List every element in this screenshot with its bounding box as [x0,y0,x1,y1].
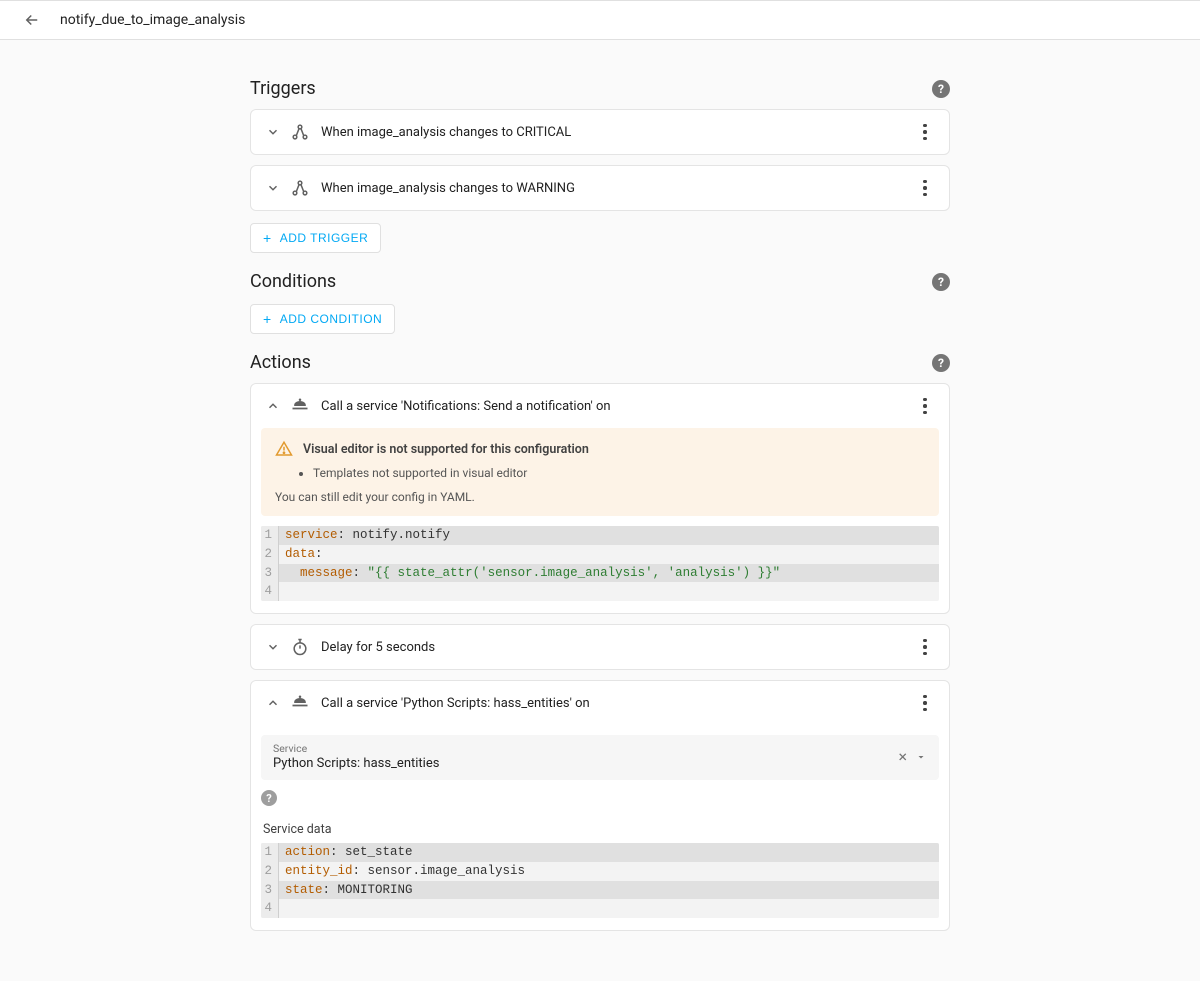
service-select-value: Python Scripts: hass_entities [273,756,898,771]
action-row[interactable]: Call a service 'Notifications: Send a no… [251,384,949,428]
state-icon [289,121,311,143]
conditions-title: Conditions [250,271,336,292]
triggers-title: Triggers [250,78,316,99]
help-icon[interactable]: ? [261,790,277,806]
action-label: Delay for 5 seconds [321,640,913,655]
actions-title: Actions [250,352,311,373]
service-data-label: Service data [263,822,939,837]
state-icon [289,177,311,199]
trigger-row[interactable]: When image_analysis changes to WARNING [251,166,949,210]
add-trigger-button[interactable]: + ADD TRIGGER [250,223,381,253]
trigger-label: When image_analysis changes to CRITICAL [321,125,913,140]
plus-icon: + [263,312,272,326]
triggers-header: Triggers ? [250,78,950,99]
service-bell-icon [289,692,311,714]
chevron-down-icon[interactable] [263,178,283,198]
add-condition-label: ADD CONDITION [280,312,383,326]
action-card: Call a service 'Python Scripts: hass_ent… [250,680,950,931]
chevron-down-icon[interactable] [263,637,283,657]
chevron-up-icon[interactable] [263,396,283,416]
action-card: Delay for 5 seconds [250,624,950,670]
action-card: Call a service 'Notifications: Send a no… [250,383,950,614]
warning-bullet: Templates not supported in visual editor [313,466,925,480]
warning-title: Visual editor is not supported for this … [303,442,589,457]
back-button[interactable] [20,8,44,32]
dropdown-icon[interactable] [915,751,927,763]
add-condition-button[interactable]: + ADD CONDITION [250,304,395,334]
add-trigger-label: ADD TRIGGER [280,231,369,245]
actions-header: Actions ? [250,352,950,373]
trigger-menu-button[interactable] [913,120,937,144]
service-select[interactable]: Service Python Scripts: hass_entities × [261,735,939,780]
action-menu-button[interactable] [913,394,937,418]
clear-icon[interactable]: × [898,747,907,766]
action-menu-button[interactable] [913,635,937,659]
warning-title-row: Visual editor is not supported for this … [275,440,925,458]
trigger-menu-button[interactable] [913,176,937,200]
topbar: notify_due_to_image_analysis [0,0,1200,40]
trigger-card: When image_analysis changes to CRITICAL [250,109,950,155]
service-select-label: Service [273,742,898,755]
stopwatch-icon [289,636,311,658]
service-bell-icon [289,395,311,417]
main-content: Triggers ? When image_analysis changes t… [250,40,950,981]
chevron-up-icon[interactable] [263,693,283,713]
plus-icon: + [263,231,272,245]
action-label: Call a service 'Notifications: Send a no… [321,399,913,414]
warning-icon [275,440,293,458]
action-menu-button[interactable] [913,691,937,715]
help-icon[interactable]: ? [932,354,950,372]
help-icon[interactable]: ? [932,80,950,98]
conditions-header: Conditions ? [250,271,950,292]
trigger-label: When image_analysis changes to WARNING [321,181,913,196]
warning-footer: You can still edit your config in YAML. [275,490,925,504]
help-icon[interactable]: ? [932,273,950,291]
yaml-editor[interactable]: 1action: set_state 2entity_id: sensor.im… [261,843,939,918]
chevron-down-icon[interactable] [263,122,283,142]
arrow-left-icon [23,11,41,29]
trigger-row[interactable]: When image_analysis changes to CRITICAL [251,110,949,154]
page-title: notify_due_to_image_analysis [60,12,245,28]
warning-box: Visual editor is not supported for this … [261,428,939,516]
action-row[interactable]: Call a service 'Python Scripts: hass_ent… [251,681,949,725]
action-row[interactable]: Delay for 5 seconds [251,625,949,669]
action-label: Call a service 'Python Scripts: hass_ent… [321,696,913,711]
yaml-editor[interactable]: 1service: notify.notify 2data: 3 message… [261,526,939,601]
trigger-card: When image_analysis changes to WARNING [250,165,950,211]
